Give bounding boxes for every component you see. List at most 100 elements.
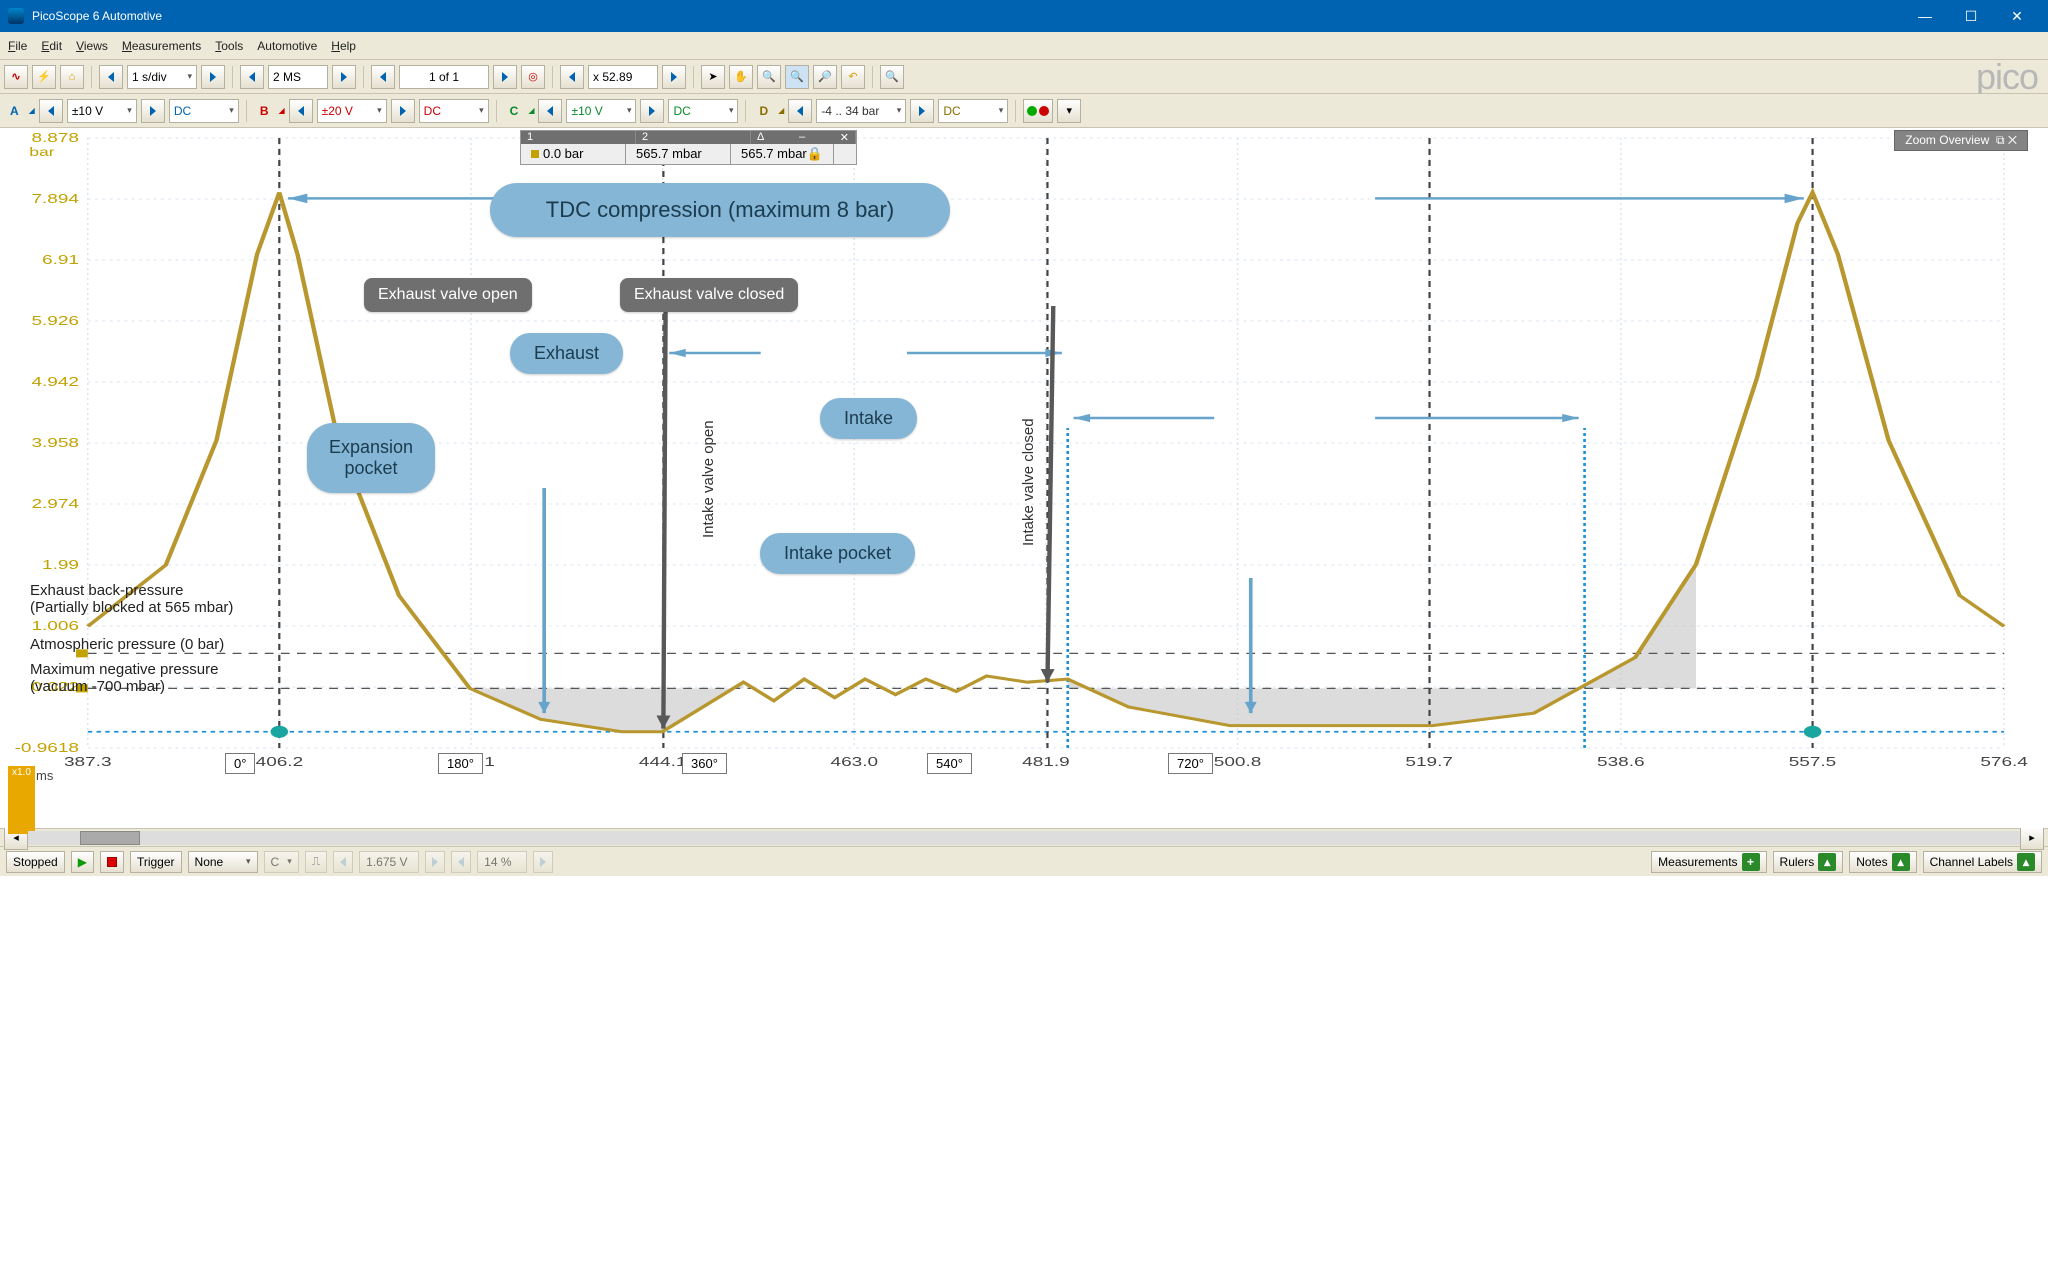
measurements-button[interactable]: Measurements xyxy=(1651,851,1766,873)
svg-text:444.1: 444.1 xyxy=(639,755,687,769)
menu-edit[interactable]: Edit xyxy=(41,39,62,53)
samples-select[interactable]: 2 MS xyxy=(268,65,328,89)
annotation-neg: Maximum negative pressure (vacuum -700 m… xyxy=(30,661,218,695)
scope-mode-icon[interactable]: ∿ xyxy=(4,65,28,89)
menu-tools[interactable]: Tools xyxy=(215,39,243,53)
ch-b-coupling[interactable]: DC▾ xyxy=(419,99,489,123)
ch-c-range-next[interactable] xyxy=(640,99,664,123)
minimize-button[interactable]: — xyxy=(1902,0,1948,32)
annotation-backpressure: Exhaust back-pressure (Partially blocked… xyxy=(30,582,233,616)
svg-text:1.99: 1.99 xyxy=(42,558,79,572)
annotation-exhaust: Exhaust xyxy=(510,333,623,374)
scroll-thumb[interactable] xyxy=(80,831,140,845)
samples-next[interactable] xyxy=(332,65,356,89)
annotation-ivo: Intake valve open xyxy=(700,420,717,538)
degree-tag-720[interactable]: 720° xyxy=(1168,753,1213,774)
timebase-next[interactable] xyxy=(201,65,225,89)
trigger-ch: C ▾ xyxy=(264,851,299,873)
maximize-button[interactable]: ☐ xyxy=(1948,0,1994,32)
degree-tag-360[interactable]: 360° xyxy=(682,753,727,774)
delta-close-icon[interactable]: ✕ xyxy=(840,131,849,144)
toolbar-capture: ∿ ⚡ ⌂ 1 s/div▾ 2 MS 1 of 1 ◎ x 52.89 ➤ ✋… xyxy=(0,60,2048,94)
channel-labels-button[interactable]: Channel Labels xyxy=(1923,851,2042,873)
degree-tag-540[interactable]: 540° xyxy=(927,753,972,774)
close-button[interactable]: ✕ xyxy=(1994,0,2040,32)
menu-file[interactable]: File xyxy=(8,39,27,53)
brand-logo: pico xyxy=(1976,56,2038,98)
trigger-level-prev xyxy=(333,851,353,873)
lock-icon[interactable]: 🔒 xyxy=(807,146,823,162)
ch-a-range-next[interactable] xyxy=(141,99,165,123)
samples-prev[interactable] xyxy=(240,65,264,89)
menu-help[interactable]: Help xyxy=(331,39,356,53)
zoom-prev[interactable] xyxy=(560,65,584,89)
stop-button[interactable] xyxy=(100,851,124,873)
zoom-next[interactable] xyxy=(662,65,686,89)
svg-text:5.926: 5.926 xyxy=(31,314,79,328)
zoom-area-icon[interactable]: 🔍 xyxy=(785,65,809,89)
undo-zoom-icon[interactable]: ↶ xyxy=(841,65,865,89)
ch-a-range[interactable]: ±10 V▾ xyxy=(67,99,137,123)
trigger-mode[interactable]: None▾ xyxy=(188,851,258,873)
svg-text:1.006: 1.006 xyxy=(31,619,79,633)
run-button[interactable]: ▶ xyxy=(71,851,94,873)
led-green-icon[interactable] xyxy=(1023,99,1053,123)
notes-button[interactable]: Notes xyxy=(1849,851,1916,873)
buffer-prev[interactable] xyxy=(371,65,395,89)
channel-d-label[interactable]: D xyxy=(753,99,774,123)
menu-automotive[interactable]: Automotive xyxy=(257,39,317,53)
hand-icon[interactable]: ✋ xyxy=(729,65,753,89)
svg-text:7.894: 7.894 xyxy=(31,192,79,206)
menu-measurements[interactable]: Measurements xyxy=(122,39,201,53)
scroll-right-icon[interactable]: ▸ xyxy=(2020,826,2044,850)
zoom-in-icon[interactable]: 🔍 xyxy=(757,65,781,89)
delta-min-icon[interactable]: – xyxy=(799,131,805,144)
svg-text:387.3: 387.3 xyxy=(64,755,112,769)
degree-tag-180[interactable]: 180° xyxy=(438,753,483,774)
rulers-button[interactable]: Rulers xyxy=(1773,851,1844,873)
svg-text:481.9: 481.9 xyxy=(1022,755,1070,769)
ch-c-range-prev[interactable] xyxy=(538,99,562,123)
ch-b-range-prev[interactable] xyxy=(289,99,313,123)
svg-text:406.2: 406.2 xyxy=(256,755,304,769)
ch-c-coupling[interactable]: DC▾ xyxy=(668,99,738,123)
annotation-tdc: TDC compression (maximum 8 bar) xyxy=(490,183,950,237)
degree-tag-0[interactable]: 0° xyxy=(225,753,255,774)
horizontal-scrollbar[interactable]: ◂ ▸ xyxy=(0,828,2048,846)
svg-text:538.6: 538.6 xyxy=(1597,755,1645,769)
ch-d-range[interactable]: -4 .. 34 bar▾ xyxy=(816,99,906,123)
menubar: File Edit Views Measurements Tools Autom… xyxy=(0,32,2048,60)
zoom-overview-tab[interactable]: Zoom Overview ⧉ ✕ xyxy=(1894,130,2028,151)
ch-a-coupling[interactable]: DC▾ xyxy=(169,99,239,123)
annotation-evc: Exhaust valve closed xyxy=(620,278,798,312)
svg-text:2.974: 2.974 xyxy=(31,497,79,511)
trigger-pct-next xyxy=(533,851,553,873)
channel-b-label[interactable]: B xyxy=(254,99,275,123)
ch-d-range-prev[interactable] xyxy=(788,99,812,123)
svg-text:576.4: 576.4 xyxy=(1980,755,2028,769)
lightning-icon[interactable]: ⚡ xyxy=(32,65,56,89)
buffer-next[interactable] xyxy=(493,65,517,89)
ch-d-coupling[interactable]: DC▾ xyxy=(938,99,1008,123)
ch-b-range[interactable]: ±20 V▾ xyxy=(317,99,387,123)
zoom-out-icon[interactable]: 🔎 xyxy=(813,65,837,89)
ch-b-range-next[interactable] xyxy=(391,99,415,123)
zoom-fit-icon[interactable]: 🔍 xyxy=(880,65,904,89)
ch-c-range[interactable]: ±10 V▾ xyxy=(566,99,636,123)
pointer-icon[interactable]: ➤ xyxy=(701,65,725,89)
channel-c-label[interactable]: C xyxy=(504,99,525,123)
menu-views[interactable]: Views xyxy=(76,39,108,53)
trigger-label: Trigger xyxy=(130,851,182,873)
extra-dropdown[interactable]: ▾ xyxy=(1057,99,1081,123)
ch-a-range-prev[interactable] xyxy=(39,99,63,123)
buffer-nav-icon[interactable]: ◎ xyxy=(521,65,545,89)
svg-text:8.878: 8.878 xyxy=(31,131,79,145)
ch-d-range-next[interactable] xyxy=(910,99,934,123)
zoom-select[interactable]: x 52.89 xyxy=(588,65,658,89)
home-icon[interactable]: ⌂ xyxy=(60,65,84,89)
delta-ruler-legend[interactable]: 1 2 Δ–✕ 0.0 bar 565.7 mbar 565.7 mbar🔒 xyxy=(520,130,857,165)
channel-a-label[interactable]: A xyxy=(4,99,25,123)
timebase-prev[interactable] xyxy=(99,65,123,89)
buffer-indicator[interactable]: 1 of 1 xyxy=(399,65,489,89)
timebase-select[interactable]: 1 s/div▾ xyxy=(127,65,197,89)
